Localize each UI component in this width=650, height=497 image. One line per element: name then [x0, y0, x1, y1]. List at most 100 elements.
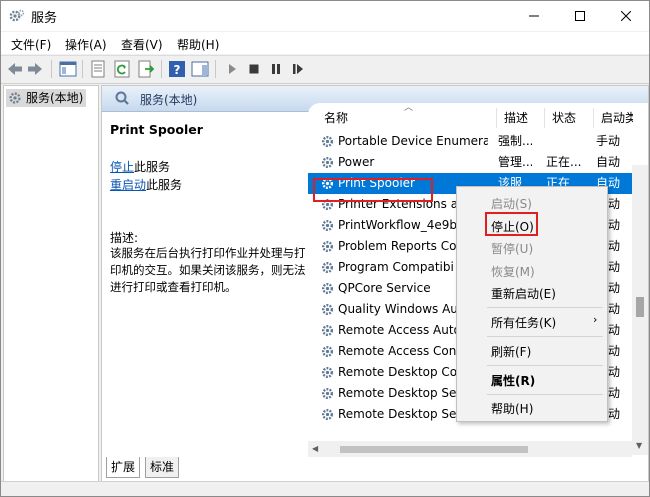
- service-gear-icon: [321, 408, 334, 421]
- stop-highlight-box: [485, 212, 538, 236]
- service-gear-icon: [321, 156, 334, 169]
- service-gear-icon: [321, 282, 334, 295]
- toolbar-separator: [51, 60, 52, 78]
- restart-service-link[interactable]: 重启动: [110, 178, 146, 192]
- context-menu-separator: [487, 394, 603, 395]
- column-separator: [593, 108, 594, 128]
- table-row[interactable]: Portable Device Enumera... 强制... 手动: [308, 131, 634, 152]
- window-title: 服务: [31, 11, 58, 26]
- toolbar-separator: [215, 60, 216, 78]
- console-tree: 服务(本地): [3, 85, 99, 483]
- back-arrow-icon[interactable]: [6, 60, 24, 78]
- context-menu-pause[interactable]: 暂停(U): [491, 240, 533, 257]
- service-gear-icon: [321, 261, 334, 274]
- service-gear-icon: [321, 387, 334, 400]
- service-gear-icon: [321, 366, 334, 379]
- menu-action[interactable]: 操作(A): [65, 36, 107, 53]
- column-header-description[interactable]: 描述: [504, 106, 528, 130]
- menu-view[interactable]: 查看(V): [121, 36, 163, 53]
- help-icon[interactable]: ?: [168, 60, 186, 78]
- forward-arrow-icon[interactable]: [26, 60, 44, 78]
- column-header-name[interactable]: 名称: [324, 106, 348, 130]
- service-gear-icon: [321, 303, 334, 316]
- refresh-icon[interactable]: [113, 60, 131, 78]
- service-status-cell: 正在...: [546, 155, 582, 169]
- description-text: 该服务在后台执行打印作业并处理与打印机的交互。如果关闭该服务，则无法进行打印或查…: [110, 246, 306, 294]
- service-gear-icon: [321, 324, 334, 337]
- restart-service-icon[interactable]: [289, 60, 307, 78]
- pause-service-icon[interactable]: [267, 60, 285, 78]
- service-description-cell: 强制...: [498, 134, 532, 148]
- start-service-icon[interactable]: [223, 60, 241, 78]
- tree-item-services-local[interactable]: 服务(本地): [6, 89, 87, 107]
- context-menu-properties[interactable]: 属性(R): [491, 372, 535, 389]
- details-header-title: 服务(本地): [140, 93, 198, 107]
- column-separator: [496, 108, 497, 128]
- services-gear-icon: [9, 92, 21, 104]
- stop-service-suffix: 此服务: [134, 160, 171, 174]
- action-pane-icon[interactable]: [191, 60, 209, 78]
- scroll-left-arrow-icon[interactable]: ◀: [312, 444, 318, 453]
- context-menu-separator: [487, 307, 603, 308]
- maximize-button[interactable]: [557, 1, 603, 31]
- column-header-status[interactable]: 状态: [552, 106, 576, 130]
- context-menu-resume[interactable]: 恢复(M): [491, 263, 535, 280]
- maximize-icon: [575, 11, 585, 21]
- close-icon: [620, 10, 632, 22]
- context-menu-start[interactable]: 启动(S): [491, 195, 532, 212]
- restart-service-suffix: 此服务: [146, 178, 183, 192]
- service-gear-icon: [321, 135, 334, 148]
- services-window: 服务 文件(F) 操作(A) 查看(V) 帮助(H) ? 服务(本地) 服务(本…: [0, 0, 650, 497]
- context-menu-refresh[interactable]: 刷新(F): [491, 343, 531, 360]
- service-gear-icon: [321, 240, 334, 253]
- service-name-cell: Portable Device Enumera...: [338, 134, 488, 148]
- search-magnifier-icon: [115, 91, 129, 105]
- horizontal-scrollbar[interactable]: ◀: [308, 441, 632, 457]
- service-description-cell: 管理...: [498, 155, 532, 169]
- console-tree-icon[interactable]: [59, 60, 77, 78]
- service-startup-cell: 自动: [596, 155, 621, 169]
- stop-service-icon[interactable]: [245, 60, 263, 78]
- selected-service-title: Print Spooler: [110, 122, 203, 137]
- horizontal-scroll-thumb[interactable]: [340, 446, 528, 453]
- context-menu: 启动(S) 停止(O) 暂停(U) 恢复(M) 重新启动(E) 所有任务(K) …: [456, 186, 608, 422]
- restart-service-line: 重启动此服务: [110, 176, 182, 193]
- status-bar: [1, 481, 649, 496]
- export-list-icon[interactable]: [137, 60, 155, 78]
- menu-file[interactable]: 文件(F): [11, 36, 51, 53]
- tree-item-label: 服务(本地): [26, 91, 84, 105]
- stop-service-line: 停止此服务: [110, 158, 170, 175]
- column-header-startup-type[interactable]: 启动类: [601, 106, 633, 130]
- minimize-button[interactable]: [511, 1, 557, 31]
- service-description-panel: Print Spooler 停止此服务 重启动此服务 描述: 该服务在后台执行打…: [102, 112, 308, 462]
- sort-ascending-icon: ︿: [404, 103, 414, 113]
- service-startup-cell: 手动: [596, 134, 621, 148]
- context-menu-separator: [487, 336, 603, 337]
- service-name-cell: Power: [338, 155, 375, 169]
- scroll-down-arrow-icon[interactable]: ▼: [636, 441, 642, 450]
- toolbar: ?: [1, 55, 649, 84]
- description-label: 描述:: [110, 231, 139, 245]
- stop-service-link[interactable]: 停止: [110, 160, 134, 174]
- services-gear-icon: [9, 9, 25, 22]
- context-menu-separator: [487, 365, 603, 366]
- service-gear-icon: [321, 345, 334, 358]
- tab-standard[interactable]: 标准: [145, 457, 180, 478]
- tab-extended[interactable]: 扩展: [106, 457, 141, 478]
- menu-help[interactable]: 帮助(H): [177, 36, 219, 53]
- close-button[interactable]: [603, 1, 649, 31]
- context-menu-restart[interactable]: 重新启动(E): [491, 285, 556, 302]
- print-spooler-highlight-box: [313, 178, 433, 202]
- title-bar: 服务: [1, 1, 649, 31]
- table-row[interactable]: Power 管理... 正在... 自动: [308, 152, 634, 173]
- context-menu-help[interactable]: 帮助(H): [491, 400, 533, 417]
- context-menu-all-tasks[interactable]: 所有任务(K): [491, 314, 556, 331]
- minimize-icon: [529, 15, 539, 17]
- properties-sheet-icon[interactable]: [89, 60, 107, 78]
- menu-bar: 文件(F) 操作(A) 查看(V) 帮助(H): [1, 32, 649, 54]
- toolbar-separator: [161, 60, 162, 78]
- column-separator: [544, 108, 545, 128]
- vertical-scroll-thumb[interactable]: [636, 297, 644, 317]
- toolbar-separator: [82, 60, 83, 78]
- vertical-scrollbar[interactable]: ▼: [632, 165, 648, 455]
